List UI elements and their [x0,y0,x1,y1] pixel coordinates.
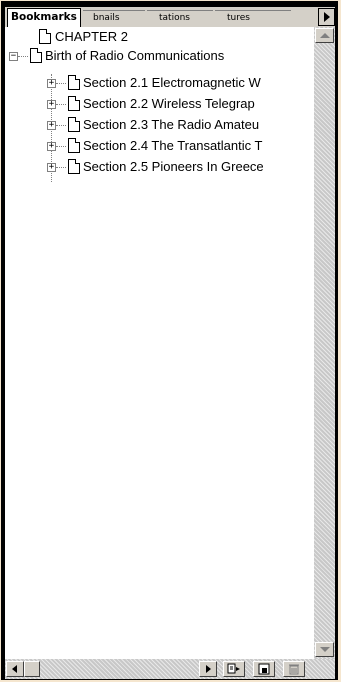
page-icon [68,96,80,111]
page-icon [68,75,80,90]
expand-icon[interactable]: + [47,163,56,172]
tab-strip: Bookmarks bnails tations tures [5,7,335,27]
expand-icon[interactable]: + [47,79,56,88]
tab-annotations[interactable]: tations [147,10,213,25]
expand-icon[interactable]: + [47,121,56,130]
tree-connector [56,167,66,169]
arrow-left-icon [12,665,17,673]
tree-connector [56,104,66,106]
page-icon [68,159,80,174]
find-current-bookmark-icon [227,663,240,674]
bookmark-label: Section 2.4 The Transatlantic T [83,138,263,153]
expand-icon[interactable]: + [47,100,56,109]
arrow-up-icon [320,33,330,38]
tab-thumbnails[interactable]: bnails [83,10,145,25]
bookmark-tree: CHAPTER 2 − Birth of Radio Communication… [5,27,314,659]
arrow-down-icon [320,647,330,652]
scroll-left-button[interactable] [6,661,24,677]
new-bookmark-button[interactable] [253,661,275,677]
bookmark-label: Birth of Radio Communications [45,48,225,63]
arrow-right-icon [324,12,330,22]
arrow-right-icon [206,665,211,673]
page-icon [39,29,51,44]
scroll-right-button[interactable] [199,661,217,677]
collapse-icon[interactable]: − [9,52,18,61]
tree-connector [56,146,66,148]
bookmark-label: Section 2.5 Pioneers In Greece [83,159,264,174]
delete-bookmark-button[interactable] [283,661,305,677]
horizontal-scroll-thumb[interactable] [24,661,40,677]
tree-connector [56,125,66,127]
bookmark-label: CHAPTER 2 [55,29,128,44]
tree-connector [56,83,66,85]
tab-scroll-right-button[interactable] [318,8,335,26]
tab-bookmarks[interactable]: Bookmarks [7,8,81,27]
scroll-down-button[interactable] [315,642,334,657]
page-icon [30,48,42,63]
bookmarks-panel: Bookmarks bnails tations tures CHAPTER 2… [1,1,338,680]
scroll-up-button[interactable] [315,28,334,43]
tree-connector [18,56,28,58]
expand-icon[interactable]: + [47,142,56,151]
vertical-scrollbar[interactable] [314,27,335,659]
bookmark-label: Section 2.2 Wireless Telegrap [83,96,255,111]
page-icon [68,138,80,153]
new-bookmark-icon [258,663,270,675]
bottom-toolbar [5,659,335,679]
trash-icon [289,664,299,675]
bookmark-label: Section 2.3 The Radio Amateu [83,117,260,132]
bookmark-label: Section 2.1 Electromagnetic W [83,75,261,90]
expand-current-bookmark-button[interactable] [223,661,245,677]
page-icon [68,117,80,132]
tab-signatures[interactable]: tures [215,10,291,25]
